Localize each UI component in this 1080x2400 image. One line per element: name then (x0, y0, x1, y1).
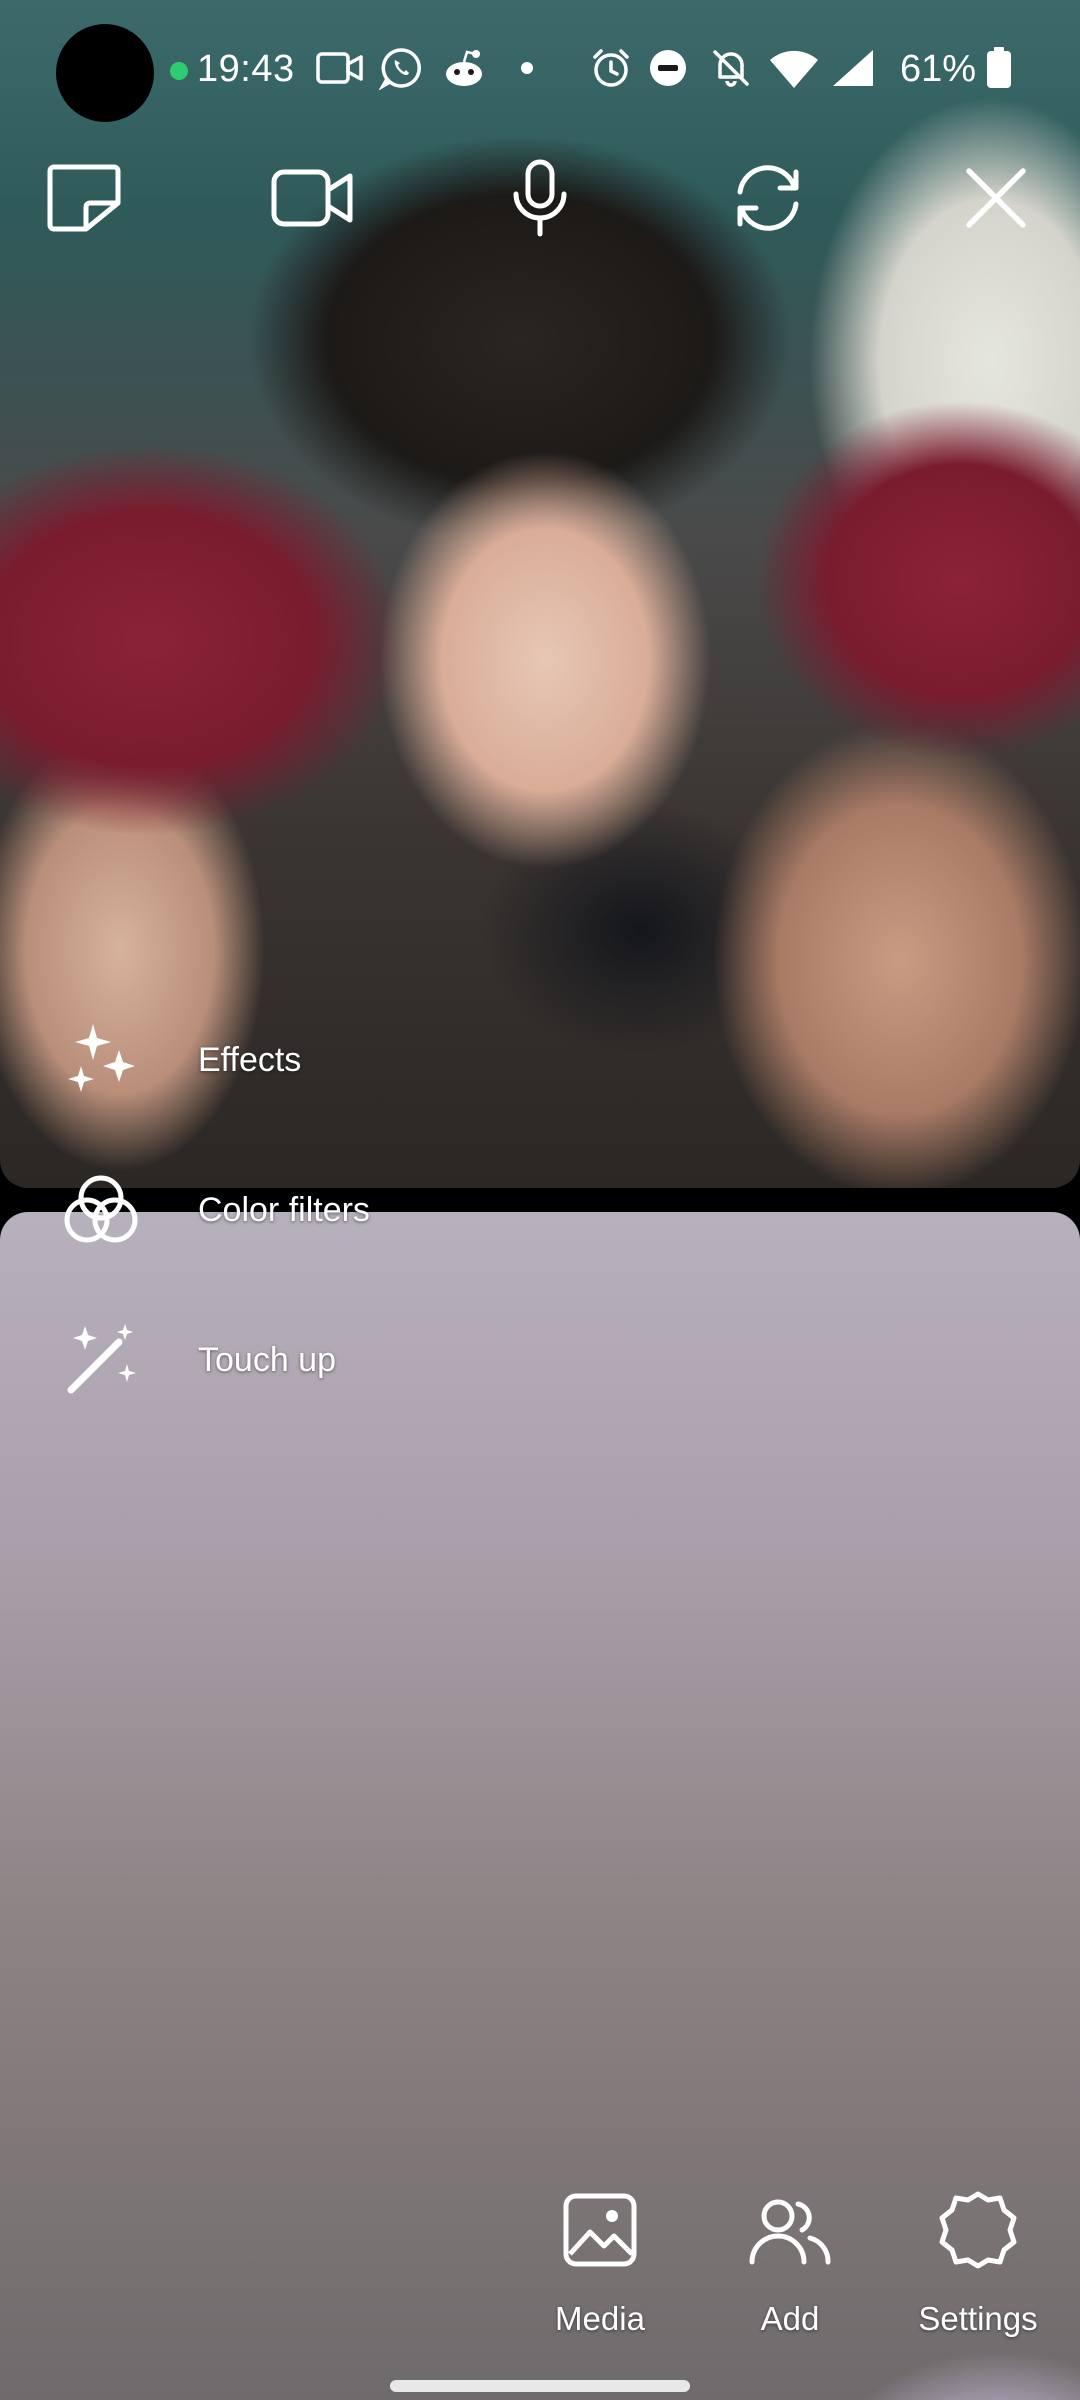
reddit-icon (440, 46, 488, 90)
microphone-icon (510, 158, 570, 243)
image-icon (550, 2180, 650, 2280)
magic-wand-icon (58, 1317, 144, 1403)
sparkles-icon (58, 1017, 144, 1103)
whatsapp-icon (378, 46, 424, 90)
battery-icon (984, 46, 1014, 90)
status-time: 19:43 (197, 48, 295, 90)
home-indicator[interactable] (390, 2380, 690, 2392)
menu-item-effects[interactable]: Effects (58, 1010, 478, 1110)
touch-up-label: Touch up (198, 1340, 336, 1379)
video-recording-icon (316, 46, 364, 90)
battery-percentage: 61% (900, 48, 977, 90)
privacy-indicator-dot (170, 62, 188, 80)
add-people-icon (740, 2180, 840, 2280)
wifi-icon (768, 46, 820, 90)
end-call-button[interactable] (946, 150, 1046, 250)
gear-icon (928, 2180, 1028, 2280)
status-bar: 19:43 61% (0, 0, 1080, 140)
alarm-icon (588, 46, 634, 90)
video-toggle-button[interactable] (262, 150, 362, 250)
add-people-button[interactable]: Add (700, 2180, 880, 2360)
layout-icon (46, 163, 122, 238)
color-filters-label: Color filters (198, 1190, 370, 1229)
video-camera-icon (270, 168, 354, 233)
add-label: Add (760, 2300, 820, 2337)
flip-camera-icon (728, 160, 808, 241)
close-icon (963, 165, 1029, 236)
camera-cutout (56, 24, 154, 122)
dot-icon (516, 46, 538, 90)
media-button[interactable]: Media (510, 2180, 690, 2360)
layout-toggle-button[interactable] (34, 150, 134, 250)
settings-label: Settings (918, 2300, 1038, 2337)
settings-button[interactable]: Settings (888, 2180, 1068, 2360)
menu-item-touch-up[interactable]: Touch up (58, 1310, 478, 1410)
flip-camera-button[interactable] (718, 150, 818, 250)
color-filters-icon (58, 1167, 144, 1253)
menu-item-color-filters[interactable]: Color filters (58, 1160, 478, 1260)
call-controls (0, 150, 1080, 250)
do-not-disturb-icon (646, 46, 690, 90)
bell-muted-icon (708, 46, 754, 90)
media-label: Media (555, 2300, 645, 2337)
effects-label: Effects (198, 1040, 302, 1079)
bottom-actions: Media Add Settings (0, 2180, 1080, 2360)
signal-icon (830, 46, 876, 90)
microphone-toggle-button[interactable] (490, 150, 590, 250)
